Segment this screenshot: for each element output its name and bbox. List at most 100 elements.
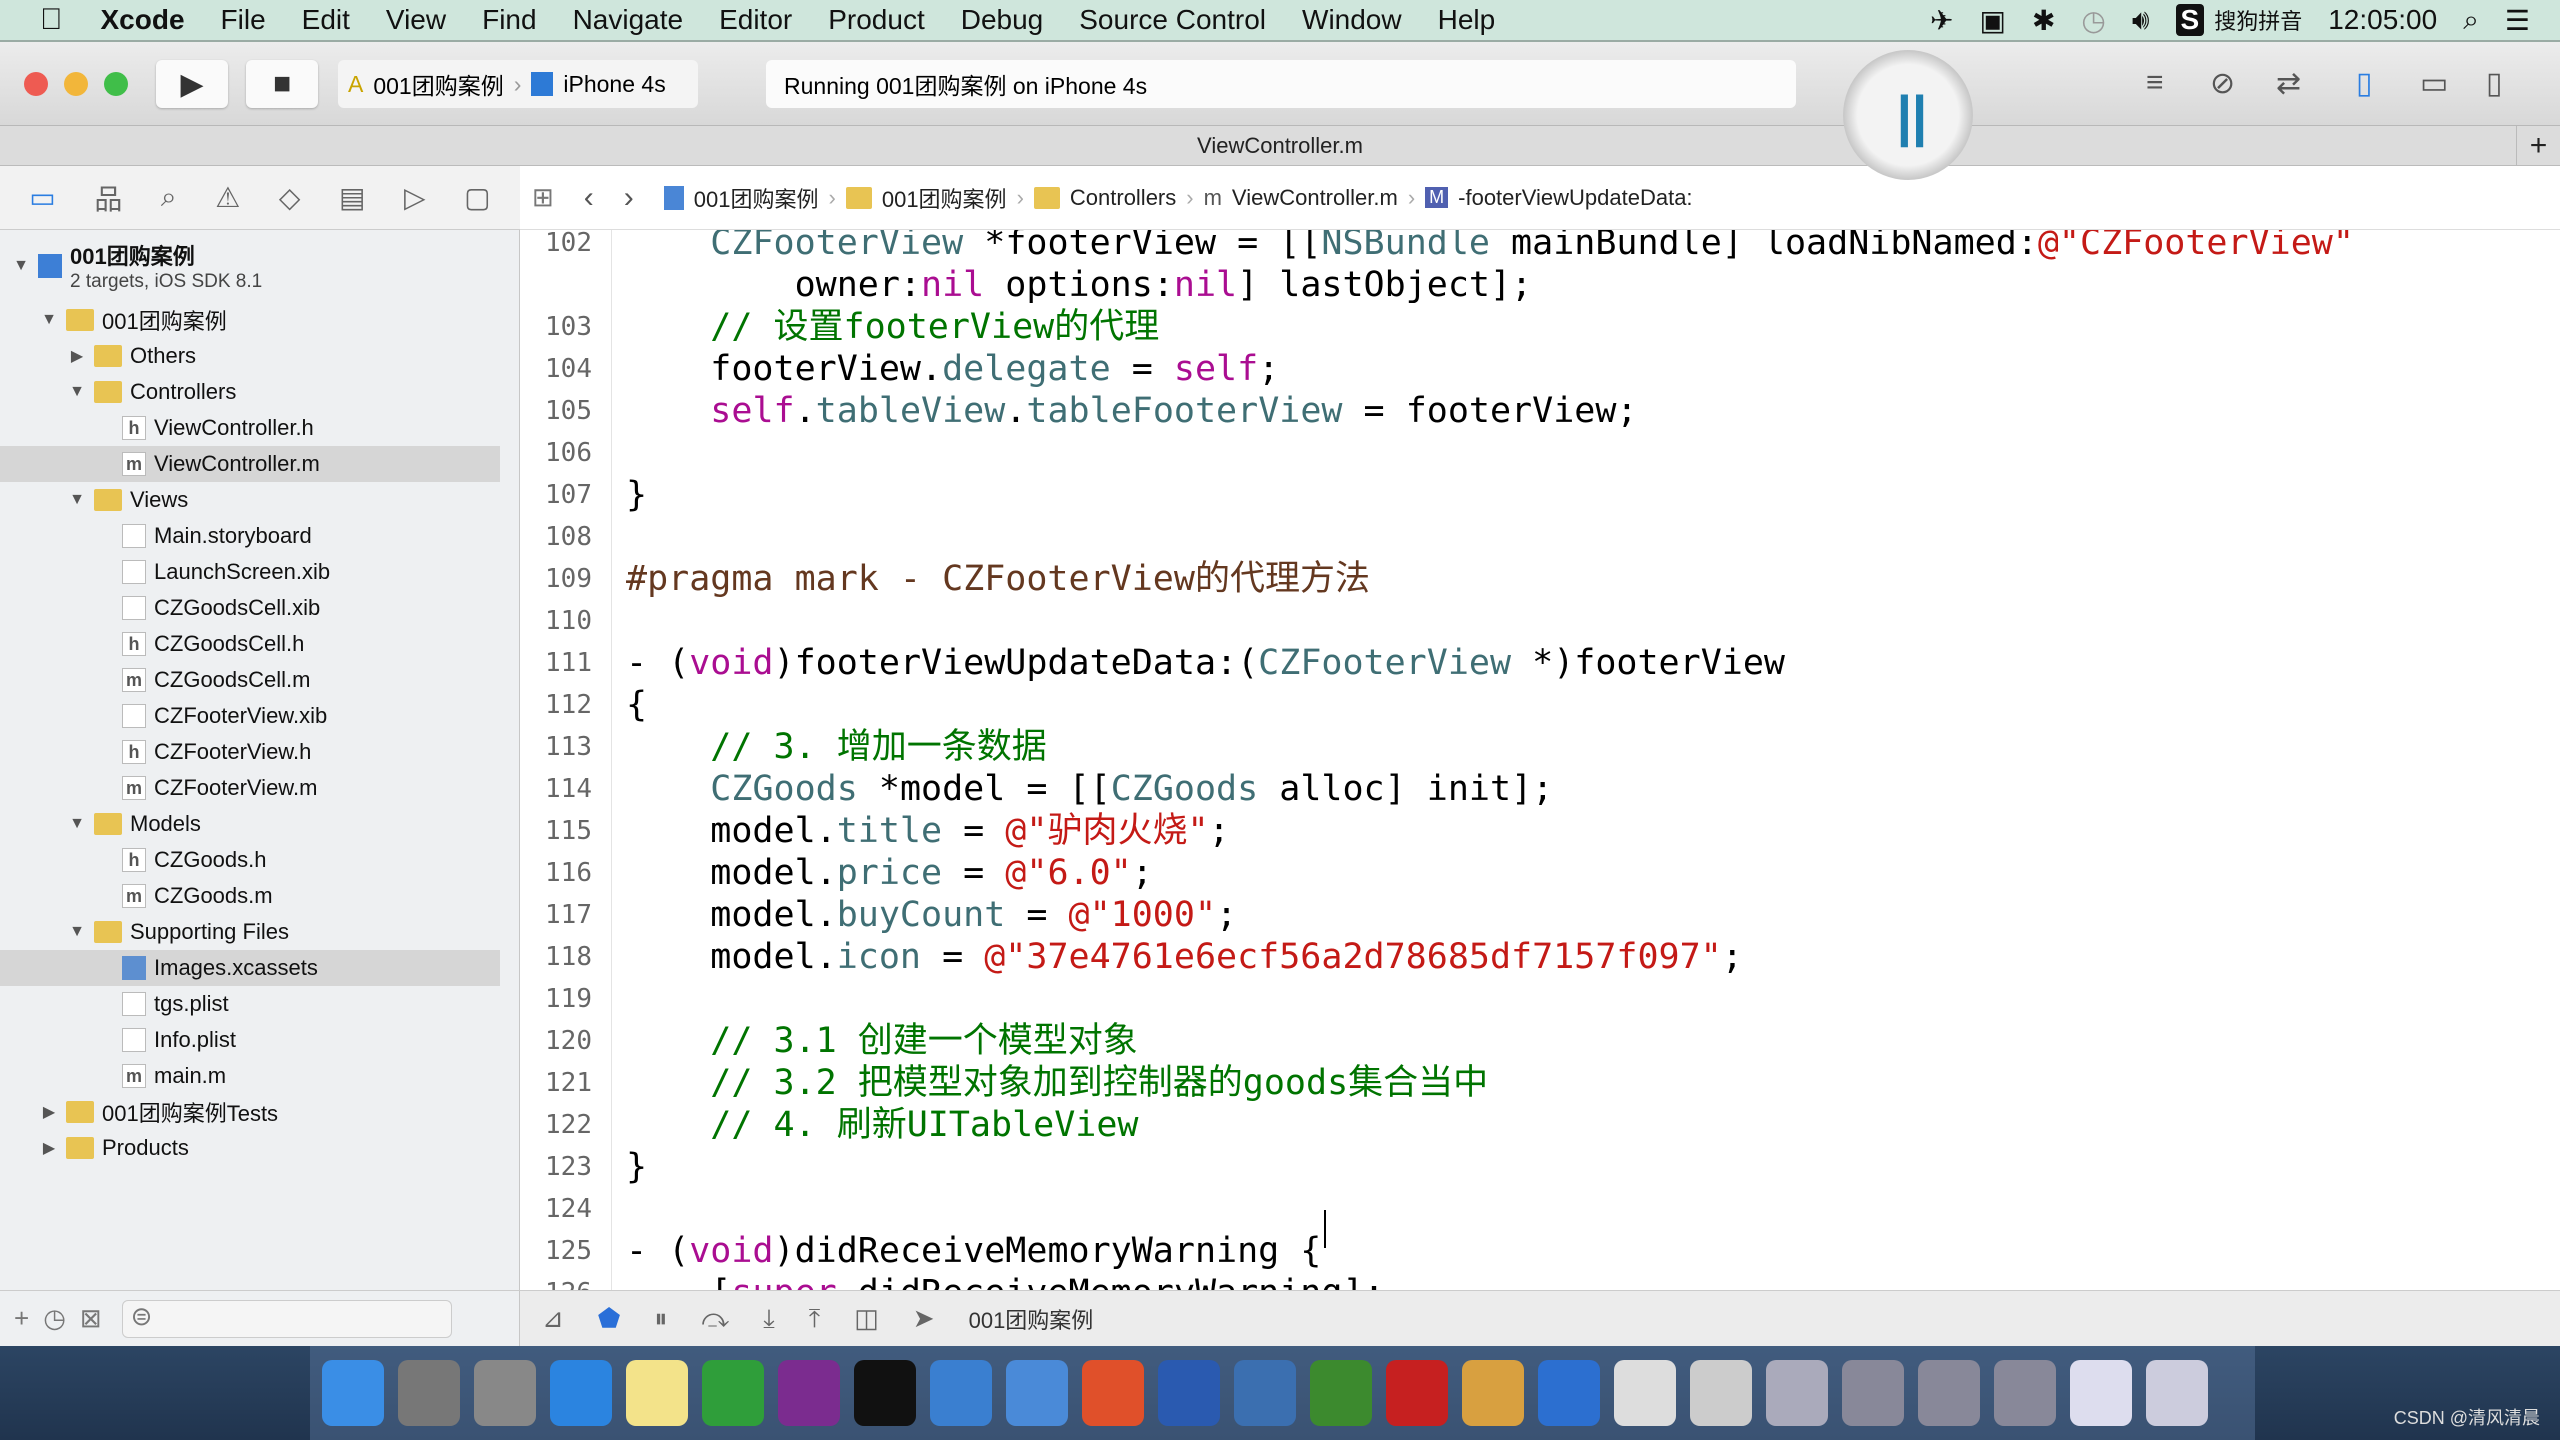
clock[interactable]: 12:05:00 xyxy=(2328,4,2437,36)
version-editor-icon[interactable]: ⇄ xyxy=(2276,66,2301,101)
powerpoint-icon[interactable] xyxy=(1082,1360,1144,1426)
location-icon[interactable]: ➤ xyxy=(913,1303,935,1334)
debug-navigator-icon[interactable]: ▤ xyxy=(339,181,365,214)
navigator-item[interactable]: m CZGoods.m xyxy=(0,878,500,914)
navigator-item[interactable]: Images.xcassets xyxy=(0,950,500,986)
navigator-item[interactable]: h CZGoodsCell.h xyxy=(0,626,500,662)
input-method-icon[interactable]: S xyxy=(2175,4,2205,36)
assistant-editor-icon[interactable]: ⊘ xyxy=(2210,66,2235,101)
navigator-item[interactable]: ▼ Views xyxy=(0,482,500,518)
document-icon[interactable] xyxy=(1690,1360,1752,1426)
report-navigator-icon[interactable]: ▢ xyxy=(464,181,490,214)
stop-button[interactable]: ■ xyxy=(246,60,318,108)
navigator-item[interactable]: h CZFooterView.h xyxy=(0,734,500,770)
tab-viewcontroller-m[interactable]: ViewController.m xyxy=(1197,133,1363,158)
xcode-icon[interactable] xyxy=(930,1360,992,1426)
navigator-item[interactable]: CZGoodsCell.xib xyxy=(0,590,500,626)
navigator-item[interactable]: ▶ Products xyxy=(0,1130,500,1166)
issue-navigator-icon[interactable]: ⚠ xyxy=(215,181,240,214)
menu-product[interactable]: Product xyxy=(810,4,943,36)
navigator-item[interactable]: ▼ 001团购案例 xyxy=(0,302,500,338)
window5-icon[interactable] xyxy=(2070,1360,2132,1426)
navigator-toggle-icon[interactable]: ▯ xyxy=(2356,66,2373,101)
recent-files-icon[interactable]: ◷ xyxy=(43,1303,66,1334)
menu-view[interactable]: View xyxy=(368,4,464,36)
step-out-icon[interactable]: ⤒ xyxy=(809,1303,821,1335)
airplane-icon[interactable]: ✈ xyxy=(1930,4,1953,37)
add-tab-button[interactable]: + xyxy=(2516,126,2560,166)
input-method-label[interactable]: 搜狗拼音 xyxy=(2214,4,2302,36)
jump-item[interactable]: 001团购案例 xyxy=(694,182,819,214)
evernote-icon[interactable] xyxy=(1310,1360,1372,1426)
navigator-item[interactable]: m CZGoodsCell.m xyxy=(0,662,500,698)
navigator-item[interactable]: tgs.plist xyxy=(0,986,500,1022)
menu-edit[interactable]: Edit xyxy=(284,4,368,36)
minimize-button[interactable] xyxy=(64,72,88,96)
pause-continue-icon[interactable]: ⏸ xyxy=(654,1303,667,1335)
navigator-item[interactable]: ▼ Controllers xyxy=(0,374,500,410)
menu-editor[interactable]: Editor xyxy=(701,4,810,36)
menu-help[interactable]: Help xyxy=(1420,4,1514,36)
menu-navigate[interactable]: Navigate xyxy=(555,4,702,36)
preview-icon[interactable] xyxy=(1614,1360,1676,1426)
step-into-icon[interactable]: ⤓ xyxy=(763,1303,775,1335)
onenote-icon[interactable] xyxy=(778,1360,840,1426)
menu-source-control[interactable]: Source Control xyxy=(1061,4,1284,36)
breakpoints-toggle-icon[interactable]: ⬟ xyxy=(598,1303,621,1334)
spotlight-icon[interactable]: ⌕ xyxy=(2463,4,2479,37)
find-navigator-icon[interactable]: ⌕ xyxy=(161,181,177,214)
standard-editor-icon[interactable]: ≡ xyxy=(2146,66,2164,100)
zoom-button[interactable] xyxy=(104,72,128,96)
launchpad-icon[interactable] xyxy=(474,1360,536,1426)
menu-xcode[interactable]: Xcode xyxy=(83,4,203,36)
source-control-filter-icon[interactable]: ⊠ xyxy=(80,1303,102,1334)
terminal-icon[interactable] xyxy=(854,1360,916,1426)
navigator-item[interactable]: ▼ Models xyxy=(0,806,500,842)
app-icon[interactable] xyxy=(1462,1360,1524,1426)
trash-icon[interactable] xyxy=(2146,1360,2208,1426)
debug-area-toggle-icon[interactable]: ▭ xyxy=(2420,66,2448,101)
navigator-item[interactable]: Info.plist xyxy=(0,1022,500,1058)
navigator-item[interactable]: ▶ Others xyxy=(0,338,500,374)
scheme-selector[interactable]: A 001团购案例 › iPhone 4s xyxy=(338,60,698,108)
disclosure-closed-icon[interactable]: ▶ xyxy=(68,346,86,366)
jump-item[interactable]: ViewController.m xyxy=(1232,185,1398,211)
time-machine-icon[interactable]: ◷ xyxy=(2081,4,2105,37)
app2-icon[interactable] xyxy=(1538,1360,1600,1426)
disclosure-open-icon[interactable]: ▼ xyxy=(12,257,30,275)
navigator-item[interactable]: ▼ 001团购案例 2 targets, iOS SDK 8.1 xyxy=(0,240,500,292)
disclosure-open-icon[interactable]: ▼ xyxy=(68,491,86,509)
utilities-toggle-icon[interactable]: ▯ xyxy=(2486,66,2503,101)
jump-item[interactable]: Controllers xyxy=(1070,185,1176,211)
hide-debug-area-icon[interactable]: ⊿ xyxy=(542,1303,564,1334)
menu-debug[interactable]: Debug xyxy=(943,4,1062,36)
system-preferences-icon[interactable] xyxy=(398,1360,460,1426)
disclosure-open-icon[interactable]: ▼ xyxy=(68,815,86,833)
breakpoint-navigator-icon[interactable]: ▷ xyxy=(404,181,426,214)
target-label[interactable]: 001团购案例 xyxy=(969,1303,1094,1335)
window1-icon[interactable] xyxy=(1766,1360,1828,1426)
navigator-item[interactable]: ▶ 001团购案例Tests xyxy=(0,1094,500,1130)
notes-icon[interactable] xyxy=(626,1360,688,1426)
filezilla-icon[interactable] xyxy=(1386,1360,1448,1426)
step-over-icon[interactable]: ⤼ xyxy=(701,1303,729,1335)
bluetooth-icon[interactable]: ✱ xyxy=(2032,4,2055,37)
add-icon[interactable]: + xyxy=(14,1303,29,1334)
close-button[interactable] xyxy=(24,72,48,96)
menu-window[interactable]: Window xyxy=(1284,4,1420,36)
navigator-item[interactable]: m main.m xyxy=(0,1058,500,1094)
filter-input[interactable]: ⊜ xyxy=(121,1299,452,1338)
scissors-icon[interactable] xyxy=(1158,1360,1220,1426)
menu-find[interactable]: Find xyxy=(464,4,554,36)
disclosure-open-icon[interactable]: ▼ xyxy=(40,311,58,329)
notification-center-icon[interactable]: ☰ xyxy=(2505,4,2530,37)
apple-icon[interactable]:  xyxy=(0,3,83,37)
safari-icon[interactable] xyxy=(550,1360,612,1426)
video-icon[interactable] xyxy=(1234,1360,1296,1426)
navigator-item[interactable]: CZFooterView.xib xyxy=(0,698,500,734)
code-editor[interactable]: CZFooterView *footerView = [[NSBundle ma… xyxy=(612,230,2560,1290)
pause-button[interactable]: | | xyxy=(1843,50,1973,180)
screen-record-icon[interactable]: ▣ xyxy=(1979,4,2005,37)
jump-item[interactable]: 001团购案例 xyxy=(882,182,1007,214)
navigator-item[interactable]: m ViewController.m xyxy=(0,446,500,482)
